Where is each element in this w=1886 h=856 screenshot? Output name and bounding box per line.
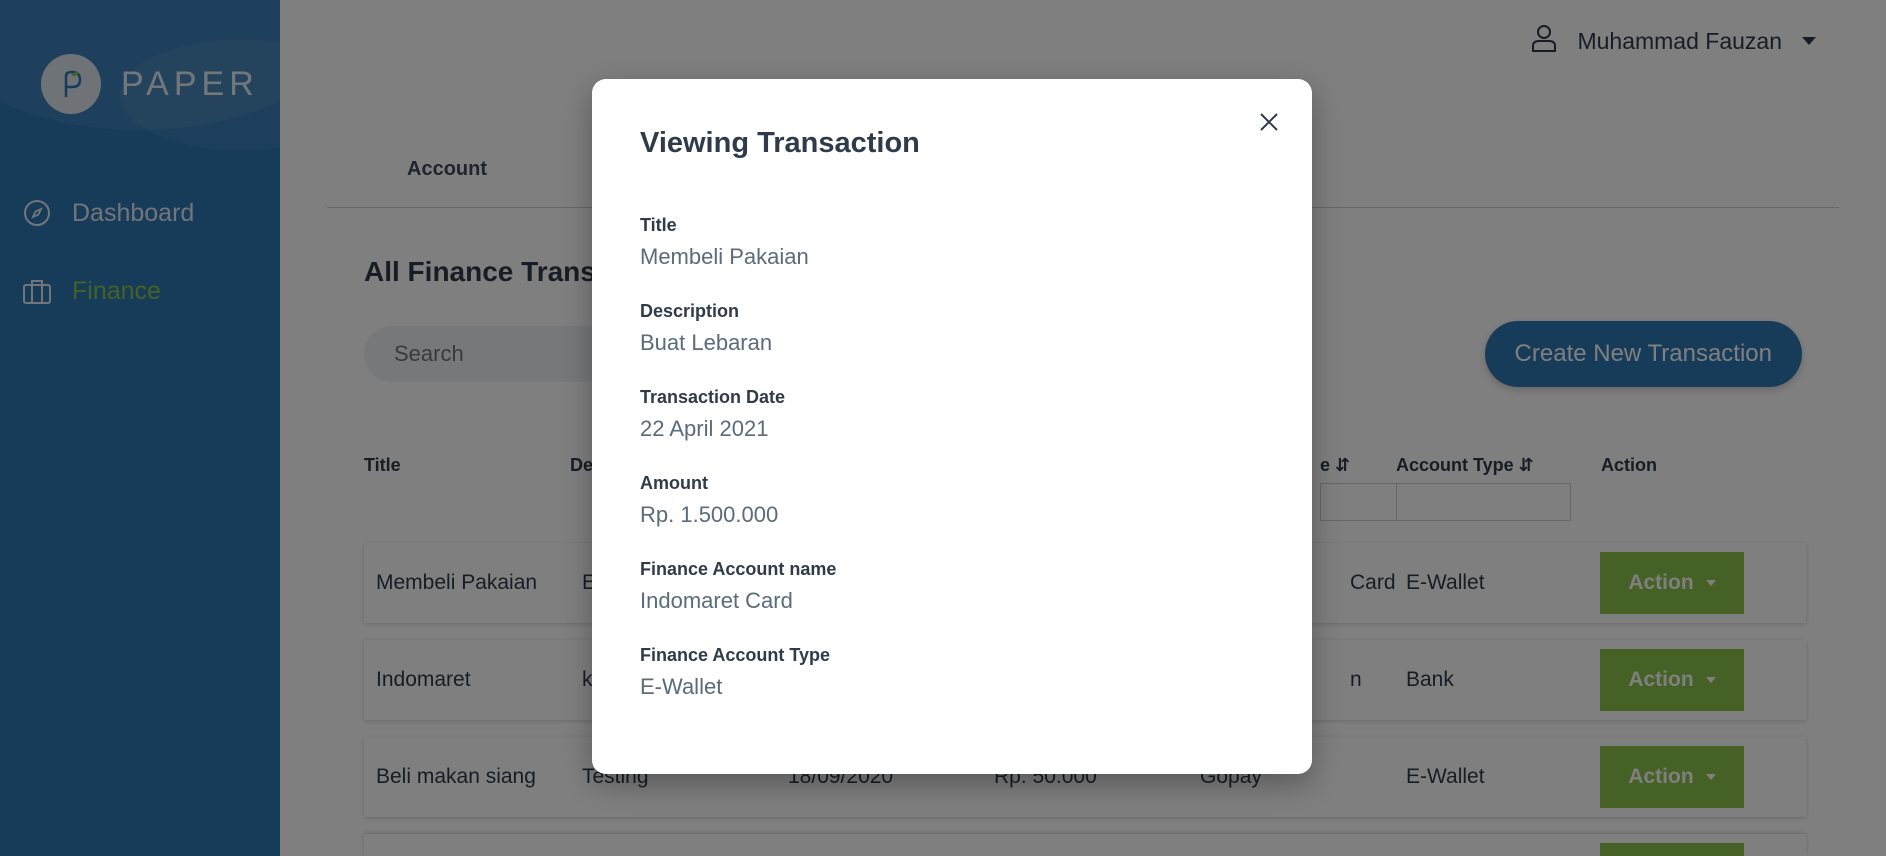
field-value: Buat Lebaran — [640, 330, 773, 355]
field-value: 22 April 2021 — [640, 416, 769, 441]
field-finance-account-name: Finance Account name Indomaret Card — [640, 559, 836, 614]
close-icon[interactable] — [1254, 107, 1284, 137]
field-label: Amount — [640, 473, 708, 493]
field-amount: Amount Rp. 1.500.000 — [640, 473, 778, 528]
field-value: Membeli Pakaian — [640, 244, 809, 269]
field-value: Rp. 1.500.000 — [640, 502, 779, 527]
transaction-modal: Viewing Transaction Title Membeli Pakaia… — [592, 79, 1312, 774]
field-label: Transaction Date — [640, 387, 786, 407]
field-label: Title — [640, 215, 677, 235]
modal-title: Viewing Transaction — [640, 127, 920, 159]
field-finance-account-type: Finance Account Type E-Wallet — [640, 645, 830, 700]
field-value: E-Wallet — [640, 674, 723, 699]
field-label: Finance Account name — [640, 559, 837, 579]
field-label: Finance Account Type — [640, 645, 831, 665]
field-transaction-date: Transaction Date 22 April 2021 — [640, 387, 785, 442]
field-description: Description Buat Lebaran — [640, 301, 772, 356]
field-label: Description — [640, 301, 740, 321]
field-title: Title Membeli Pakaian — [640, 215, 809, 270]
field-value: Indomaret Card — [640, 588, 793, 613]
